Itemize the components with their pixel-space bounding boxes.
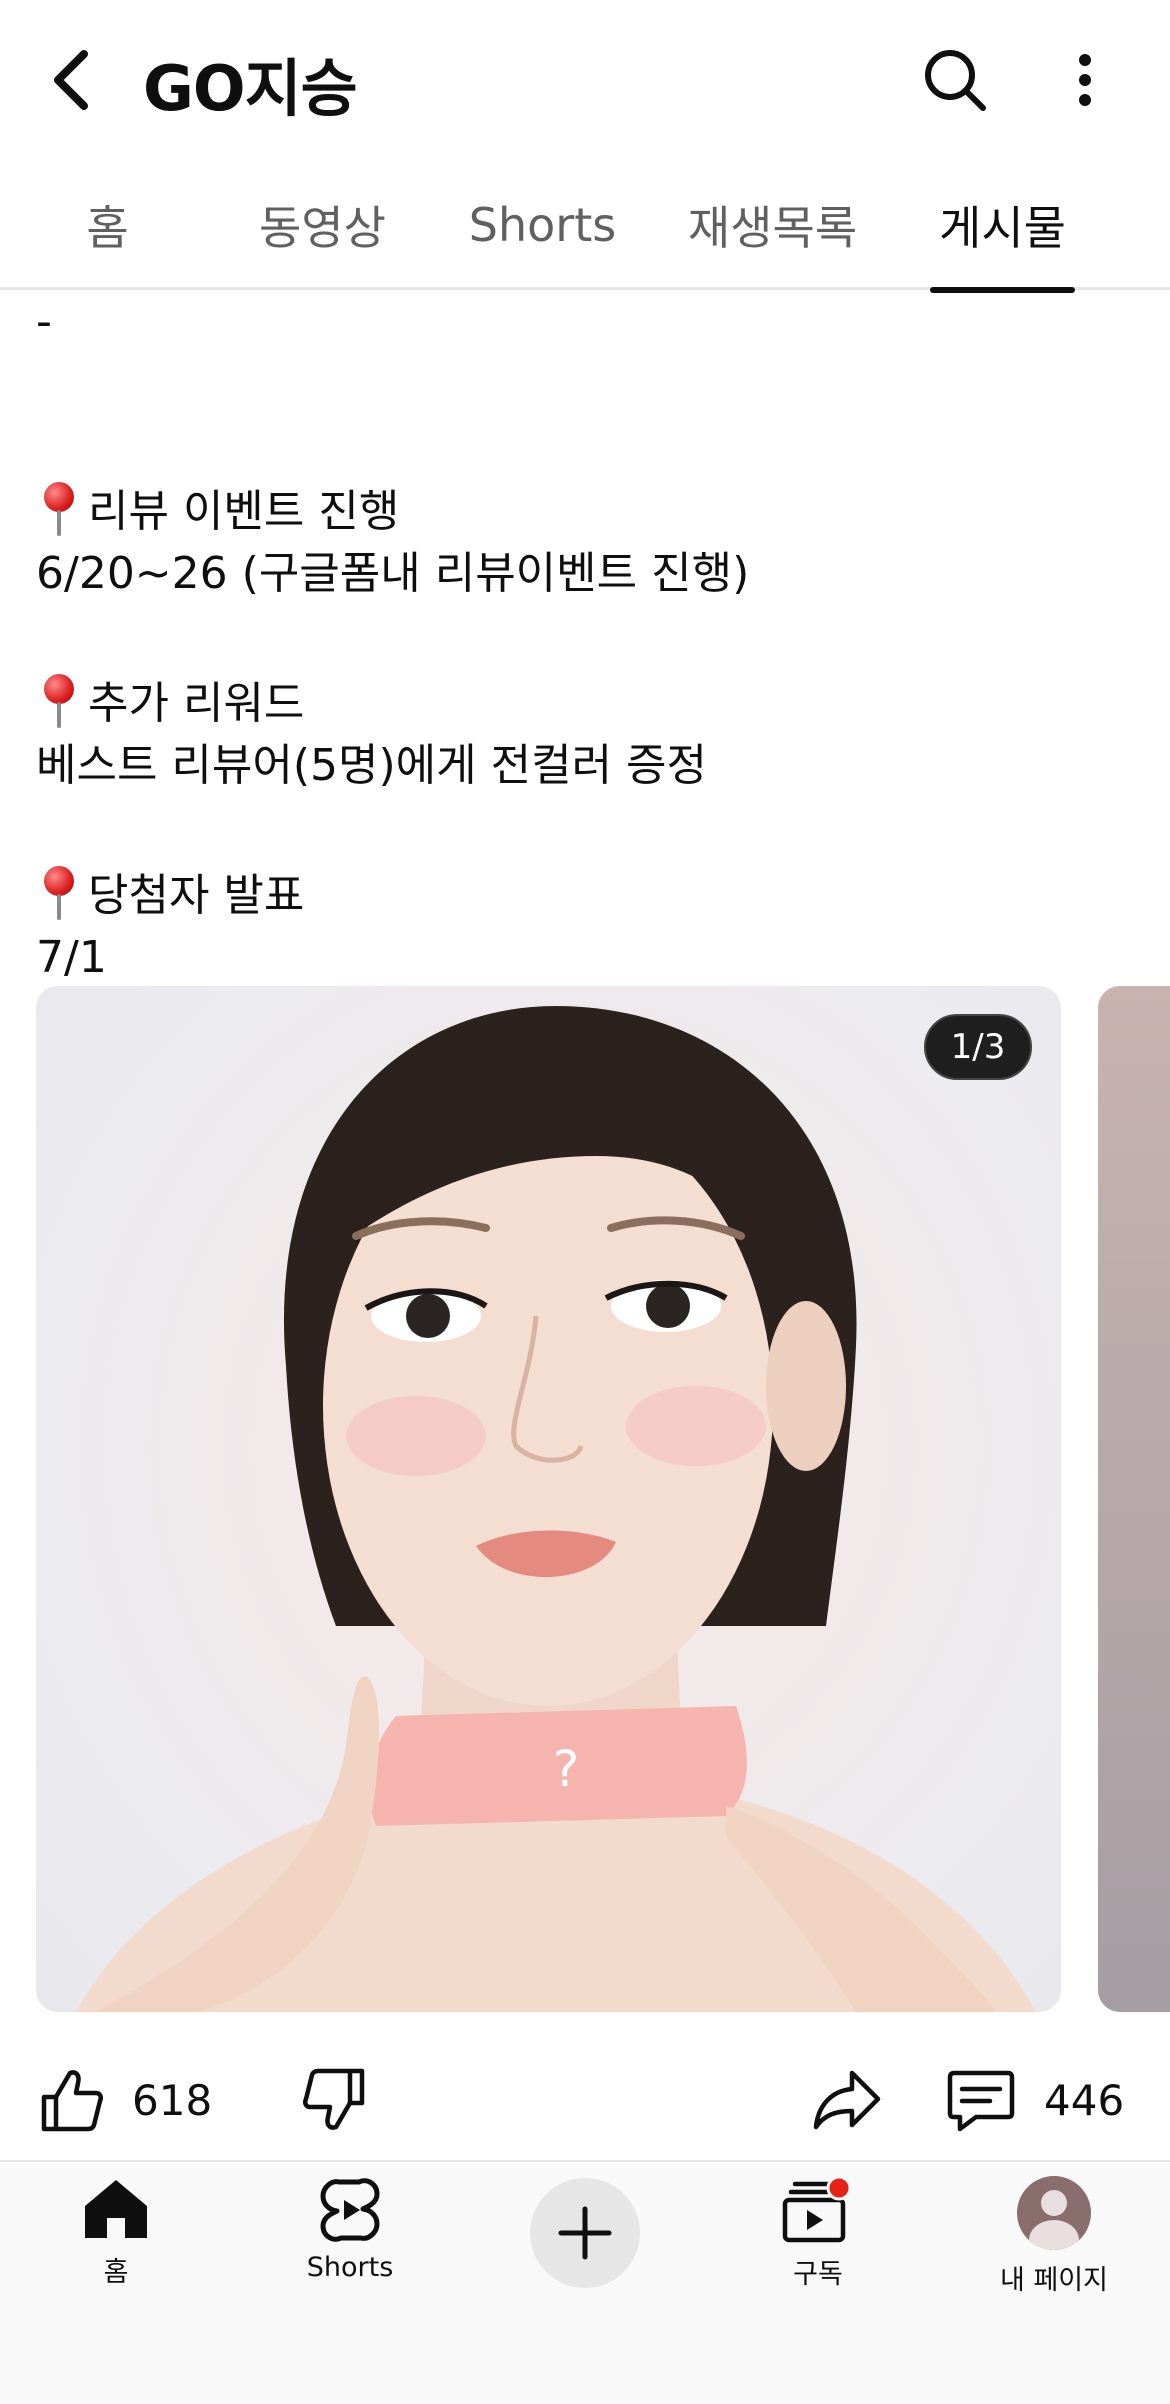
- shorts-icon: [320, 2178, 380, 2242]
- post-line: [36, 606, 1136, 670]
- post-line: 베스트 리뷰어(5명)에게 전컬러 증정: [36, 740, 708, 791]
- comment-icon: [947, 2070, 1015, 2132]
- image-counter-badge: 1/3: [924, 1014, 1032, 1080]
- pushpin-icon: [36, 862, 80, 922]
- thumbs-down-icon: [302, 2068, 365, 2130]
- post-line: 리뷰 이벤트 진행: [36, 478, 1136, 542]
- tab-home[interactable]: 홈: [40, 160, 175, 290]
- nav-home-label: 홈: [103, 2257, 129, 2288]
- post-line: -: [36, 296, 52, 347]
- image-overlay-text: ?: [553, 1740, 580, 1798]
- next-image-preview[interactable]: [1098, 986, 1170, 2012]
- nav-subscriptions[interactable]: 구독: [718, 2176, 918, 2316]
- post-body: - 리뷰 이벤트 진행 6/20~26 (구글폼내 리뷰이벤트 진행) 추가 리…: [36, 290, 1136, 990]
- post-line-text: 당첨자 발표: [88, 870, 305, 921]
- share-button[interactable]: [812, 2040, 882, 2160]
- image-carousel[interactable]: ? 1/3: [36, 986, 1170, 2012]
- post-line: 당첨자 발표: [36, 862, 1136, 926]
- channel-tabs: 홈 동영상 Shorts 재생목록 게시물: [0, 160, 1170, 293]
- nav-profile[interactable]: 내 페이지: [954, 2176, 1154, 2316]
- nav-subscriptions-label: 구독: [793, 2259, 843, 2290]
- thumbs-up-icon: [41, 2070, 104, 2132]
- more-options-button[interactable]: [1045, 40, 1125, 120]
- share-icon: [813, 2070, 881, 2130]
- tab-playlists[interactable]: 재생목록: [680, 160, 865, 290]
- search-icon: [925, 50, 986, 111]
- comment-count: 446: [1044, 2075, 1125, 2125]
- post-line: [36, 418, 1136, 482]
- arrow-back-icon: [54, 50, 88, 110]
- model-photo-illustration: ?: [76, 1006, 1036, 2012]
- nav-profile-label: 내 페이지: [1000, 2265, 1108, 2296]
- back-button[interactable]: [40, 40, 100, 120]
- notification-dot: [826, 2176, 852, 2201]
- pushpin-icon: [36, 670, 80, 730]
- post-line: [36, 798, 1136, 862]
- post-line: [36, 354, 1136, 418]
- nav-home[interactable]: 홈: [16, 2176, 216, 2316]
- top-app-bar: GO지승: [0, 0, 1170, 160]
- post-line: 6/20~26 (구글폼내 리뷰이벤트 진행): [36, 548, 750, 599]
- tab-posts[interactable]: 게시물: [930, 160, 1075, 293]
- tab-videos[interactable]: 동영상: [245, 160, 400, 290]
- like-button[interactable]: 618: [38, 2040, 212, 2160]
- plus-icon: [558, 2206, 612, 2260]
- avatar: [1017, 2176, 1091, 2250]
- bottom-navigation: 홈 Shorts 구독 내 페이지: [0, 2160, 1170, 2404]
- nav-shorts[interactable]: Shorts: [250, 2176, 450, 2316]
- dislike-button[interactable]: [302, 2040, 368, 2160]
- post-actions: 618 446: [0, 2040, 1170, 2160]
- subscriptions-icon: [782, 2176, 852, 2243]
- post-line: 추가 리워드: [36, 670, 1136, 734]
- pushpin-icon: [36, 478, 80, 538]
- search-button[interactable]: [915, 40, 995, 120]
- like-count: 618: [132, 2075, 213, 2125]
- post-line: 7/1: [36, 932, 107, 983]
- create-button[interactable]: [530, 2178, 640, 2288]
- post-image[interactable]: ? 1/3: [36, 986, 1061, 2012]
- home-icon: [85, 2180, 147, 2238]
- tab-shorts[interactable]: Shorts: [460, 160, 625, 290]
- channel-title: GO지승: [143, 52, 358, 125]
- post-line-text: 리뷰 이벤트 진행: [88, 486, 400, 537]
- post-line-text: 추가 리워드: [88, 678, 305, 729]
- more-vertical-icon: [1079, 54, 1091, 106]
- comments-button[interactable]: 446: [946, 2040, 1124, 2160]
- nav-shorts-label: Shorts: [306, 2252, 394, 2283]
